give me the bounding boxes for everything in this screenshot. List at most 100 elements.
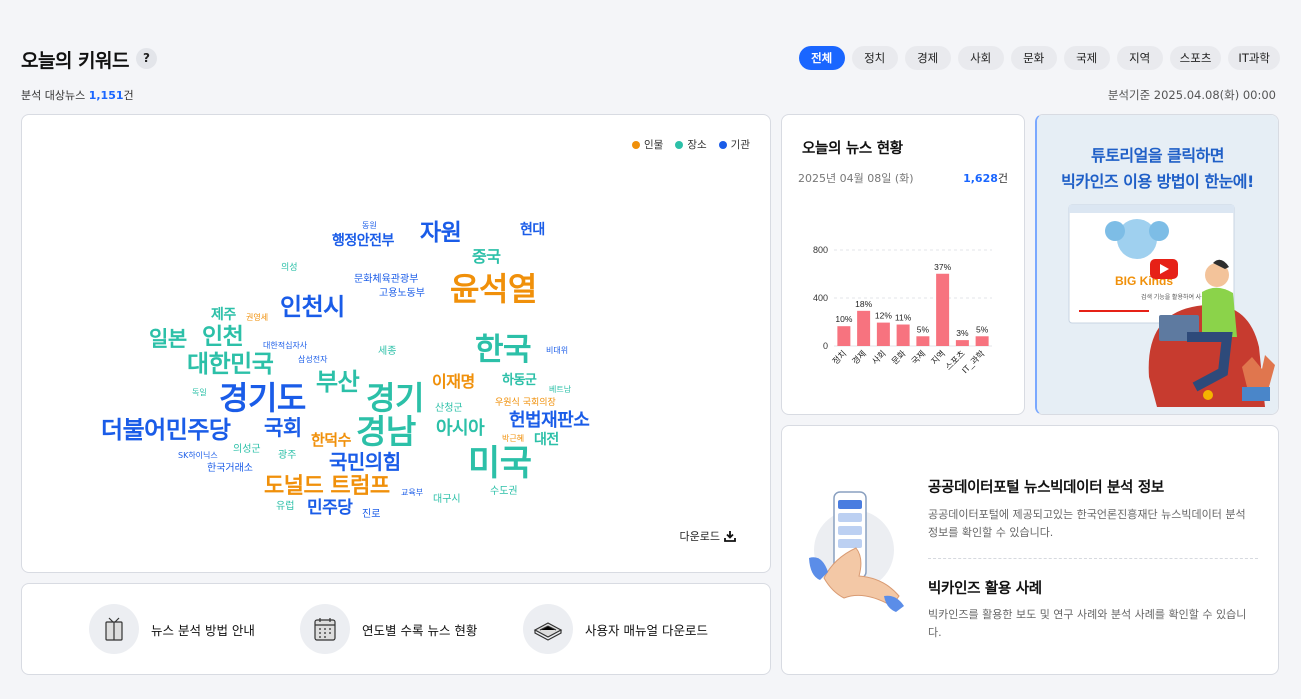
divider [928, 558, 1258, 559]
keyword[interactable]: 대한적십자사 [263, 342, 307, 350]
tab-sports[interactable]: 스포츠 [1169, 46, 1222, 70]
keyword[interactable]: 우원식 국회의장 [495, 399, 556, 408]
link-yearly-news-status[interactable]: 연도별 수록 뉴스 현황 [300, 604, 477, 654]
help-button[interactable]: ? [136, 48, 157, 69]
keyword[interactable]: 윤석열 [450, 273, 537, 305]
keyword[interactable]: 경기 [366, 382, 424, 414]
keyword[interactable]: 박근혜 [502, 435, 524, 443]
keyword[interactable]: 민주당 [307, 500, 353, 517]
keyword[interactable]: 행정안전부 [332, 234, 394, 248]
data-label: 3% [956, 328, 969, 338]
keyword[interactable]: 권영세 [246, 314, 268, 322]
keyword[interactable]: 이재명 [432, 374, 475, 390]
keyword[interactable]: 아시아 [436, 420, 485, 438]
keyword[interactable]: 더불어민주당 [101, 418, 231, 442]
tutorial-banner[interactable]: 튜토리얼을 클릭하면 빅카인즈 이용 방법이 한눈에! BIG Kinds 검색… [1035, 114, 1279, 415]
news-status-card: 오늘의 뉴스 현황 2025년 04월 08일 (화) 1,628건 0 400 8… [781, 114, 1025, 415]
keyword[interactable]: 한덕수 [311, 433, 351, 448]
keyword[interactable]: SK하이닉스 [178, 452, 218, 460]
data-label: 12% [875, 311, 892, 321]
keyword[interactable]: 산청군 [435, 404, 463, 414]
keyword[interactable]: 의성 [281, 264, 298, 273]
keyword[interactable]: 헌법재판소 [509, 412, 590, 430]
tab-it-science[interactable]: IT과학 [1228, 46, 1280, 70]
analysis-count-number: 1,151 [88, 89, 124, 102]
info-desc-public-data: 공공데이터포털에 제공되고있는 한국언론진흥재단 뉴스빅데이터 분석 정보를 확… [928, 508, 1246, 539]
keyword[interactable]: 미국 [468, 447, 532, 482]
keyword[interactable]: 인천 [202, 326, 244, 349]
legend: 인물 장소 기관 [632, 137, 750, 152]
x-tick-label: 경제 [850, 348, 868, 366]
keyword[interactable]: 부산 [316, 370, 360, 394]
tab-society[interactable]: 사회 [957, 46, 1004, 70]
info-desc-use-cases: 빅카인즈를 활용한 보도 및 연구 사례와 분석 사례를 확인할 수 있습니다. [928, 608, 1247, 639]
keyword[interactable]: 한국 [475, 335, 532, 366]
y-tick-label: 400 [813, 293, 828, 303]
tab-economy[interactable]: 경제 [904, 46, 951, 70]
news-status-title: 오늘의 뉴스 현황 [802, 141, 903, 157]
y-tick-label: 800 [813, 245, 828, 255]
keyword[interactable]: 의성군 [233, 445, 261, 455]
keyword[interactable]: 비대위 [546, 347, 568, 355]
keyword[interactable]: 한국거래소 [207, 464, 253, 474]
keyword[interactable]: 중국 [472, 249, 501, 265]
keyword[interactable]: 교육부 [401, 489, 423, 497]
x-tick-label: 문화 [889, 348, 907, 366]
keyword[interactable]: 국회 [264, 418, 302, 439]
tab-international[interactable]: 국제 [1063, 46, 1110, 70]
hands-book-icon [89, 604, 139, 654]
tab-region[interactable]: 지역 [1116, 46, 1163, 70]
data-label: 18% [855, 299, 872, 309]
tutorial-illustration: BIG Kinds 검색 기능을 활용하여 사용 [1068, 204, 1275, 407]
news-status-count: 1,628건 [963, 172, 1008, 185]
keyword[interactable]: 대전 [534, 433, 559, 447]
download-icon [724, 531, 736, 542]
quick-links-card: 뉴스 분석 방법 안내 연도별 수록 뉴스 현황 사용자 매뉴얼 다운로드 [21, 583, 771, 675]
keyword[interactable]: 독일 [192, 389, 207, 397]
info-title-public-data[interactable]: 공공데이터포털 뉴스빅데이터 분석 정보 [928, 476, 1164, 497]
tab-culture[interactable]: 문화 [1010, 46, 1057, 70]
keyword[interactable]: 일본 [149, 329, 187, 350]
keyword-cloud-card: 인물 장소 기관 동원 행정안전부 자원 현대 중국 의성 문화체육관광부 고용… [21, 114, 771, 573]
keyword[interactable]: 세종 [378, 347, 396, 357]
tab-all[interactable]: 전체 [798, 46, 845, 70]
keyword[interactable]: 인천시 [280, 295, 345, 319]
legend-place: 장소 [675, 137, 707, 152]
download-button[interactable]: 다운로드 [680, 528, 736, 544]
keyword[interactable]: 도널드 트럼프 [264, 476, 390, 498]
legend-org-dot [718, 140, 727, 149]
keyword[interactable]: 국민의힘 [329, 452, 401, 472]
info-title-use-cases[interactable]: 빅카인즈 활용 사례 [928, 577, 1042, 598]
keyword[interactable]: 대구시 [433, 495, 461, 505]
keyword[interactable]: 현대 [520, 223, 545, 237]
bar [896, 324, 910, 346]
keyword[interactable]: 베트남 [549, 386, 571, 394]
keyword[interactable]: 광주 [278, 451, 296, 461]
legend-person-dot [632, 140, 641, 149]
link-news-analysis-guide[interactable]: 뉴스 분석 방법 안내 [89, 604, 255, 654]
tab-politics[interactable]: 정치 [851, 46, 898, 70]
keyword[interactable]: 대한민국 [187, 352, 274, 376]
x-tick-label: IT_과학 [960, 348, 987, 375]
banner-pager-dot[interactable] [1203, 390, 1213, 400]
keyword[interactable]: 동원 [362, 222, 377, 230]
keyword[interactable]: 삼성전자 [298, 356, 327, 364]
link-user-manual-download[interactable]: 사용자 매뉴얼 다운로드 [523, 604, 708, 654]
keyword[interactable]: 하동군 [502, 374, 537, 387]
news-bar-chart: 040080010%정치18%경제12%사회11%문화5%국제37%지역3%스포… [813, 245, 992, 375]
data-label: 10% [835, 314, 852, 324]
keyword[interactable]: 진로 [362, 510, 380, 520]
keyword[interactable]: 문화체육관광부 [354, 275, 418, 285]
keyword[interactable]: 고용노동부 [379, 289, 425, 299]
keyword[interactable]: 자원 [420, 222, 462, 245]
keyword[interactable]: 경남 [356, 415, 416, 448]
keyword[interactable]: 유럽 [276, 502, 294, 512]
x-tick-label: 국제 [909, 348, 927, 366]
promo-caption: 검색 기능을 활용하여 사용 [1141, 293, 1207, 301]
bar [975, 336, 989, 346]
keyword[interactable]: 제주 [211, 308, 236, 322]
keyword[interactable]: 경기도 [219, 382, 306, 414]
bar [955, 340, 969, 346]
keyword[interactable]: 수도권 [490, 487, 518, 497]
news-status-date: 2025년 04월 08일 (화) [798, 172, 914, 185]
